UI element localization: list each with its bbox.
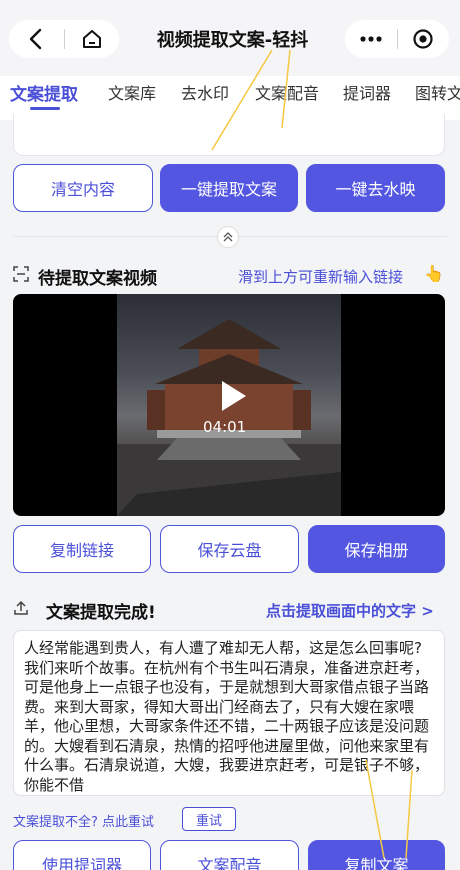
collapse-button[interactable] bbox=[217, 226, 239, 248]
page-title: 视频提取文案-轻抖 bbox=[156, 30, 309, 51]
teleprompter-button[interactable]: 使用提词器 bbox=[13, 840, 151, 870]
pointing-hand-icon: 👆 bbox=[424, 264, 444, 283]
dubbing-button[interactable]: 文案配音 bbox=[160, 840, 299, 870]
result-section-title: 文案提取完成! bbox=[46, 603, 156, 623]
top-bar: 视频提取文案-轻抖 bbox=[0, 0, 460, 76]
save-cloud-button[interactable]: 保存云盘 bbox=[160, 525, 299, 573]
play-icon[interactable] bbox=[222, 381, 246, 411]
close-button[interactable] bbox=[397, 20, 449, 58]
back-button[interactable] bbox=[9, 20, 64, 58]
target-icon bbox=[413, 29, 433, 49]
active-tab-indicator bbox=[30, 107, 60, 110]
video-section-title: 待提取文案视频 bbox=[38, 269, 157, 289]
save-album-button[interactable]: 保存相册 bbox=[308, 525, 445, 573]
video-player[interactable]: 04:01 bbox=[13, 294, 445, 516]
clear-button[interactable]: 清空内容 bbox=[13, 164, 153, 212]
retry-hint: 文案提取不全? 点此重试 bbox=[13, 815, 155, 830]
chevron-left-icon bbox=[30, 28, 42, 50]
remove-watermark-button[interactable]: 一键去水映 bbox=[306, 164, 445, 212]
chevron-up-icon bbox=[223, 232, 233, 242]
home-button[interactable] bbox=[64, 20, 119, 58]
tab-text-library[interactable]: 文案库 bbox=[108, 80, 156, 104]
tab-text-extract[interactable]: 文案提取 bbox=[10, 80, 78, 105]
copy-link-button[interactable]: 复制链接 bbox=[13, 525, 151, 573]
tab-teleprompter[interactable]: 提词器 bbox=[343, 80, 391, 104]
result-text-box[interactable]: 人经常能遇到贵人，有人遭了难却无人帮，这是怎么回事呢? 我们来听个故事。在杭州有… bbox=[13, 630, 445, 796]
extract-frame-text-link[interactable]: 点击提取画面中的文字 > bbox=[266, 600, 434, 621]
retry-button[interactable]: 重试 bbox=[182, 807, 236, 831]
copy-text-button[interactable]: 复制文案 bbox=[308, 840, 445, 870]
menu-capsule bbox=[345, 20, 449, 58]
video-duration: 04:01 bbox=[203, 418, 247, 436]
tab-image-to-text[interactable]: 图转文 bbox=[415, 80, 460, 104]
nav-capsule bbox=[9, 20, 119, 58]
link-input-area[interactable] bbox=[13, 114, 445, 156]
more-icon bbox=[360, 36, 382, 42]
more-button[interactable] bbox=[345, 20, 397, 58]
tab-remove-watermark[interactable]: 去水印 bbox=[181, 80, 229, 104]
extract-button[interactable]: 一键提取文案 bbox=[160, 164, 298, 212]
reenter-link-hint[interactable]: 滑到上方可重新输入链接 bbox=[238, 266, 403, 287]
extracted-text: 人经常能遇到贵人，有人遭了难却无人帮，这是怎么回事呢? 我们来听个故事。在杭州有… bbox=[24, 639, 430, 794]
upload-icon bbox=[14, 600, 28, 615]
home-icon bbox=[82, 30, 101, 48]
scan-icon bbox=[13, 266, 29, 282]
tab-dubbing[interactable]: 文案配音 bbox=[255, 80, 319, 104]
